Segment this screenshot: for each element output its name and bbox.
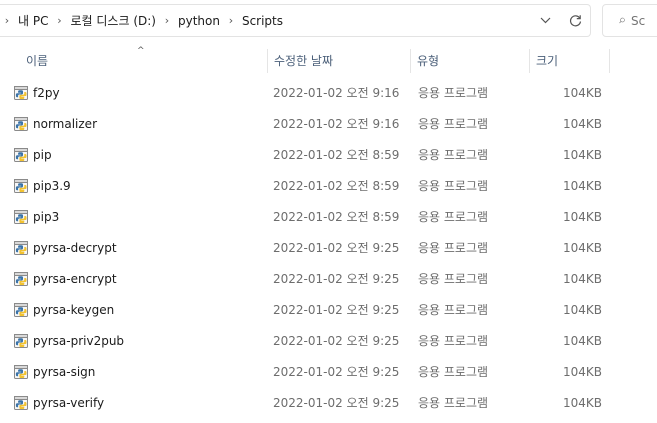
file-name[interactable]: f2py [33,78,60,109]
chevron-down-icon [540,17,550,24]
file-row[interactable]: pip3 2022-01-02 오전 8:59 응용 프로그램 104KB [0,202,657,233]
python-file-icon [14,396,28,410]
breadcrumb-local-disk[interactable]: 로컬 디스크 (D:) [66,10,159,32]
file-size: 104KB [562,334,602,348]
file-row[interactable]: pip 2022-01-02 오전 8:59 응용 프로그램 104KB [0,140,657,171]
python-file-icon [14,148,28,162]
file-name[interactable]: pyrsa-verify [33,388,104,419]
file-size: 104KB [562,272,602,286]
python-file-icon [14,365,28,379]
file-modified-date: 2022-01-02 오전 9:16 [273,86,400,100]
file-size: 104KB [562,241,602,255]
refresh-icon [569,15,581,27]
file-name[interactable]: pyrsa-keygen [33,295,114,326]
file-row[interactable]: pyrsa-priv2pub 2022-01-02 오전 9:25 응용 프로그… [0,326,657,357]
python-file-icon [14,179,28,193]
file-type: 응용 프로그램 [418,241,489,255]
file-explorer-window: › 내 PC › 로컬 디스크 (D:) › python › Scripts [0,0,657,423]
python-file-icon [14,241,28,255]
file-type: 응용 프로그램 [418,86,489,100]
file-modified-date: 2022-01-02 오전 9:25 [273,241,400,255]
file-row[interactable]: pip3.9 2022-01-02 오전 8:59 응용 프로그램 104KB [0,171,657,202]
file-type: 응용 프로그램 [418,396,489,410]
python-file-icon [14,303,28,317]
breadcrumb-my-pc[interactable]: 내 PC [14,10,52,32]
column-name[interactable]: 이름 [20,46,268,76]
address-bar[interactable]: › 내 PC › 로컬 디스크 (D:) › python › Scripts [0,4,591,37]
file-type: 응용 프로그램 [418,365,489,379]
file-name[interactable]: pip [33,140,52,171]
search-input[interactable] [631,13,657,28]
column-header: ^ 이름 수정한 날짜 유형 크기 [0,46,657,76]
chevron-right-icon[interactable]: › [160,14,174,27]
file-type: 응용 프로그램 [418,148,489,162]
python-file-icon [14,86,28,100]
file-modified-date: 2022-01-02 오전 8:59 [273,210,400,224]
file-size: 104KB [562,303,602,317]
file-modified-date: 2022-01-02 오전 9:16 [273,117,400,131]
file-modified-date: 2022-01-02 오전 9:25 [273,272,400,286]
chevron-right-icon[interactable]: › [52,14,66,27]
file-size: 104KB [562,210,602,224]
file-list: f2py 2022-01-02 오전 9:16 응용 프로그램 104KB no… [0,78,657,419]
address-history-button[interactable] [530,5,560,36]
python-file-icon [14,272,28,286]
python-file-icon [14,117,28,131]
file-name[interactable]: pyrsa-decrypt [33,233,117,264]
search-box[interactable] [602,4,657,37]
column-divider[interactable] [609,49,610,73]
file-modified-date: 2022-01-02 오전 9:25 [273,365,400,379]
file-type: 응용 프로그램 [418,117,489,131]
file-type: 응용 프로그램 [418,334,489,348]
file-size: 104KB [562,148,602,162]
file-modified-date: 2022-01-02 오전 9:25 [273,334,400,348]
file-row[interactable]: pyrsa-sign 2022-01-02 오전 9:25 응용 프로그램 10… [0,357,657,388]
file-size: 104KB [562,86,602,100]
file-row[interactable]: f2py 2022-01-02 오전 9:16 응용 프로그램 104KB [0,78,657,109]
column-type[interactable]: 유형 [411,46,529,76]
file-modified-date: 2022-01-02 오전 8:59 [273,179,400,193]
file-size: 104KB [562,365,602,379]
file-size: 104KB [562,179,602,193]
breadcrumb-python[interactable]: python [174,10,224,32]
breadcrumb-scripts[interactable]: Scripts [238,10,287,32]
file-modified-date: 2022-01-02 오전 9:25 [273,303,400,317]
file-name[interactable]: pyrsa-sign [33,357,95,388]
file-row[interactable]: pyrsa-decrypt 2022-01-02 오전 9:25 응용 프로그램… [0,233,657,264]
file-type: 응용 프로그램 [418,179,489,193]
file-row[interactable]: pyrsa-encrypt 2022-01-02 오전 9:25 응용 프로그램… [0,264,657,295]
python-file-icon [14,334,28,348]
chevron-right-icon[interactable]: › [0,14,14,27]
breadcrumb: › 내 PC › 로컬 디스크 (D:) › python › Scripts [0,5,530,36]
file-row[interactable]: normalizer 2022-01-02 오전 9:16 응용 프로그램 10… [0,109,657,140]
file-row[interactable]: pyrsa-keygen 2022-01-02 오전 9:25 응용 프로그램 … [0,295,657,326]
column-date[interactable]: 수정한 날짜 [268,46,410,76]
file-name[interactable]: pip3.9 [33,171,71,202]
python-file-icon [14,210,28,224]
file-name[interactable]: pyrsa-priv2pub [33,326,124,357]
file-type: 응용 프로그램 [418,303,489,317]
file-type: 응용 프로그램 [418,272,489,286]
file-name[interactable]: pyrsa-encrypt [33,264,117,295]
file-modified-date: 2022-01-02 오전 9:25 [273,396,400,410]
file-name[interactable]: normalizer [33,109,97,140]
file-row[interactable]: pyrsa-verify 2022-01-02 오전 9:25 응용 프로그램 … [0,388,657,419]
file-name[interactable]: pip3 [33,202,59,233]
file-modified-date: 2022-01-02 오전 8:59 [273,148,400,162]
refresh-button[interactable] [560,5,590,36]
chevron-right-icon[interactable]: › [224,14,238,27]
search-icon [619,17,625,24]
file-size: 104KB [562,396,602,410]
file-size: 104KB [562,117,602,131]
column-size[interactable]: 크기 [530,46,609,76]
file-type: 응용 프로그램 [418,210,489,224]
